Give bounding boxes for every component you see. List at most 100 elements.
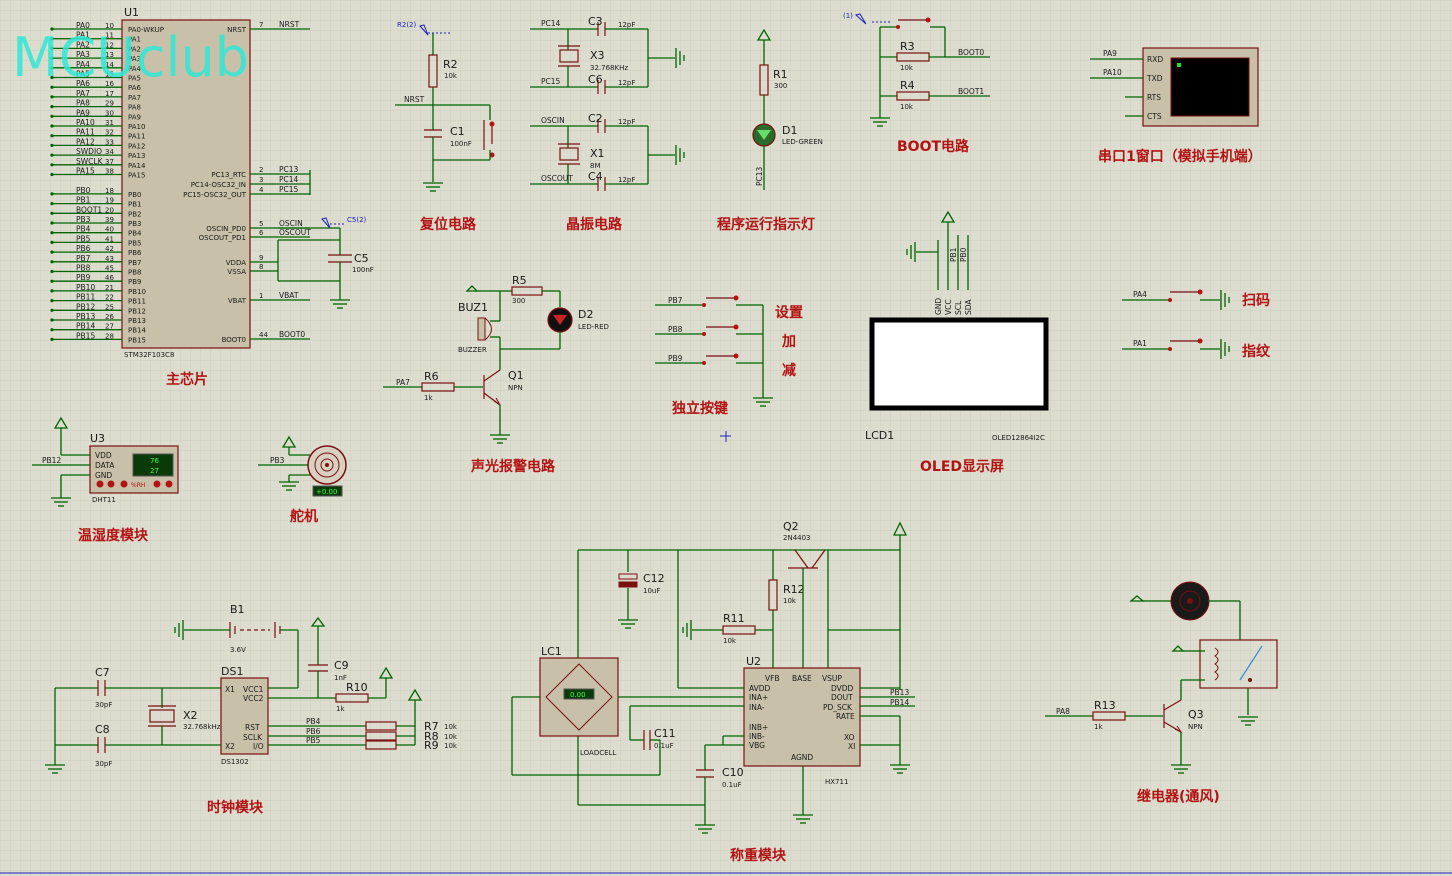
u1-net-label: PB11: [76, 293, 95, 302]
u1-pin-name: PB13: [128, 317, 146, 325]
q3-ref: Q3: [1188, 708, 1204, 721]
u1-net-label: PB8: [76, 264, 91, 273]
c10-val: 0.1uF: [722, 781, 742, 789]
u1-pin-number: 31: [105, 119, 114, 127]
u1-pin-number: 46: [105, 274, 114, 282]
key-contact: [733, 324, 739, 330]
hx-pin-pdsck: PD_SCK: [823, 703, 853, 712]
q1-ref: Q1: [508, 369, 524, 382]
u1-pin-number: 3: [259, 176, 263, 184]
c11-ref: C11: [654, 727, 676, 740]
ds-pin-vcc1: VCC1: [243, 685, 264, 694]
u1-net-label: PB12: [76, 302, 95, 311]
u1-pin-number: 33: [105, 138, 114, 146]
u1-pin-number: 27: [105, 323, 114, 331]
c5-ref: C5: [354, 252, 369, 265]
u2-ref: U2: [746, 655, 761, 668]
title-crystal: 晶振电路: [566, 216, 623, 233]
schematic-canvas[interactable]: U1 STM32F103C8 PA0 10 PA0-WKUPPA1 11 PA1PA2 1…: [0, 0, 1452, 876]
u3-ref: U3: [90, 432, 105, 445]
r6-val: 1k: [424, 394, 433, 402]
net-pa1: PA1: [1133, 339, 1147, 348]
u1-net-label: PA9: [76, 108, 90, 117]
ds1-part: DS1302: [221, 758, 249, 766]
hx-pin-vsup: VSUP: [822, 674, 842, 683]
net-pc14: PC14: [541, 19, 561, 28]
u1-pin-number: 28: [105, 332, 114, 340]
u1-net-label: PB5: [76, 234, 91, 243]
u1-pin-number: 26: [105, 313, 114, 321]
title-oled: OLED显示屏: [920, 459, 1004, 475]
c3-val: 12pF: [618, 21, 635, 29]
hx-pin-rate: RATE: [836, 712, 855, 721]
u1-net-label: PB6: [76, 244, 91, 253]
label-finger: 指纹: [1242, 343, 1271, 360]
r11-ref: R11: [723, 612, 745, 625]
net-pc15: PC15: [541, 77, 561, 86]
net-pb6: PB6: [306, 727, 321, 736]
u1-pin-name: PB0: [128, 191, 141, 199]
net-pa9: PA9: [1103, 49, 1117, 58]
u1-pin-number: 30: [105, 109, 114, 117]
x1-ref: X1: [590, 147, 605, 160]
net-pb3: PB3: [270, 456, 285, 465]
hx-pin-ina-plus: INA+: [749, 693, 768, 702]
u1-pin-name: PA15: [128, 172, 145, 180]
dht-pin-gnd: GND: [95, 471, 112, 480]
u1-pin-number: 34: [105, 148, 114, 156]
r5-val: 300: [512, 297, 525, 305]
u1-net-label: PB15: [76, 331, 95, 340]
u1-pin-number: 18: [105, 187, 114, 195]
u1-net-label: PB14: [76, 322, 95, 331]
net-oscin: OSCIN: [541, 116, 565, 125]
c6-val: 12pF: [618, 79, 635, 87]
key-contact: [702, 332, 706, 336]
u1-pin-number: 38: [105, 168, 114, 176]
u1-pin-name: PB8: [128, 269, 141, 277]
watermark-logo: MCUclub: [12, 26, 249, 89]
r10-ref: R10: [346, 681, 368, 694]
net-pb14: PB14: [890, 698, 909, 707]
key-contact: [733, 295, 739, 301]
u1-pin-name: PC15-OSC32_OUT: [183, 191, 247, 199]
hx-pin-base: BASE: [792, 674, 812, 683]
c5-val: 100nF: [352, 266, 374, 274]
oled-pin-sda: SDA: [964, 299, 973, 315]
u1-net-label: VBAT: [279, 291, 299, 300]
c12-ref: C12: [643, 572, 665, 585]
key-label-add: 加: [781, 334, 796, 350]
net-boot1: BOOT1: [958, 87, 984, 96]
x2-ref: X2: [183, 709, 198, 722]
r13-ref: R13: [1094, 699, 1116, 712]
key-net-label: PB8: [668, 325, 683, 334]
u1-pin-number: 8: [259, 263, 263, 271]
net-pa10: PA10: [1103, 68, 1122, 77]
x2-val: 32.768kHz: [183, 723, 221, 731]
boot-probe-label: (1): [843, 12, 853, 20]
c3-ref: C3: [588, 15, 603, 28]
u1-net-label: OSCOUT: [279, 228, 311, 237]
u1-net-label: PC14: [279, 175, 299, 184]
u1-pin-name: PB14: [128, 327, 146, 335]
u1-net-label: PA12: [76, 137, 95, 146]
lcd1-part: OLED12864I2C: [992, 434, 1045, 442]
u1-pin-name: PA12: [128, 142, 145, 150]
u1-pin-name: PB1: [128, 201, 141, 209]
u1-pin-number: 5: [259, 220, 263, 228]
dht-pin-data: DATA: [95, 461, 115, 470]
key-contact: [702, 303, 706, 307]
r4-ref: R4: [900, 79, 915, 92]
u1-pin-name: PC13_RTC: [211, 171, 246, 179]
u1-pin-number: 21: [105, 284, 114, 292]
u1-net-label: PC13: [279, 165, 299, 174]
title-alarm: 声光报警电路: [470, 458, 556, 475]
buz1-val: BUZZER: [458, 346, 487, 354]
c12-val: 10uF: [643, 587, 660, 595]
u1-net-label: OSCIN: [279, 219, 303, 228]
u1-pin-number: 37: [105, 158, 114, 166]
dht-temp-readout: 76: [150, 457, 159, 465]
u1-net-label: PA7: [76, 89, 90, 98]
u1-ref: U1: [124, 6, 139, 19]
u1-net-label: PB1: [76, 196, 91, 205]
title-servo: 舵机: [290, 508, 318, 525]
